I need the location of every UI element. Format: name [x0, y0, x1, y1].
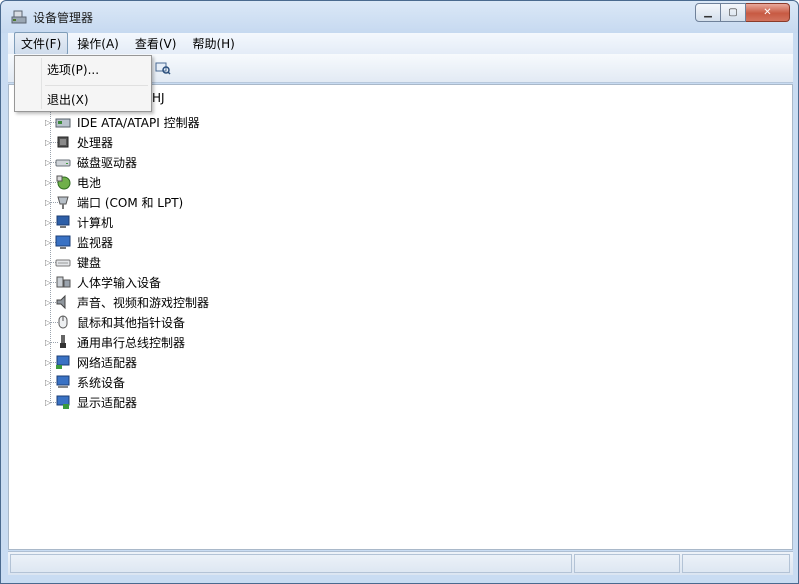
tree-node[interactable]: ▷ 端口 (COM 和 LPT)	[9, 192, 409, 212]
tree-node-label: 计算机	[77, 215, 114, 230]
network-adapter-icon	[55, 354, 71, 370]
processor-icon	[55, 134, 71, 150]
tree-node[interactable]: ▷ 系统设备	[9, 372, 409, 392]
disk-drive-icon	[55, 154, 71, 170]
mouse-icon	[55, 314, 71, 330]
tree-node-label: 电池	[77, 175, 102, 190]
tree-node-label: 显示适配器	[77, 395, 138, 410]
status-bar	[8, 551, 793, 575]
status-segment-2	[574, 554, 680, 573]
minimize-icon: ▁	[704, 7, 712, 18]
tree-node-label: 人体学输入设备	[77, 275, 162, 290]
computer-icon	[55, 214, 71, 230]
menu-file[interactable]: 文件(F)	[14, 32, 69, 55]
usb-icon	[55, 334, 71, 350]
tree-node[interactable]: ▷ 键盘	[9, 252, 409, 272]
maximize-icon: ▢	[728, 7, 738, 18]
tree-node[interactable]: ▷ 监视器	[9, 232, 409, 252]
tree-node-label: IDE ATA/ATAPI 控制器	[77, 115, 200, 130]
tree-node[interactable]: ▷ 人体学输入设备	[9, 272, 409, 292]
tree-node[interactable]: ▷ 显示适配器	[9, 392, 409, 412]
system-device-icon	[55, 374, 71, 390]
tree-node[interactable]: ▷ 网络适配器	[9, 352, 409, 372]
caption-buttons: ▁ ▢ ✕	[695, 3, 790, 23]
display-adapter-icon	[55, 394, 71, 410]
minimize-button[interactable]: ▁	[695, 3, 721, 22]
tree-node[interactable]: ▷ 磁盘驱动器	[9, 152, 409, 172]
tree-node-label: 通用串行总线控制器	[77, 335, 186, 350]
menu-separator	[45, 85, 148, 86]
tree-root-label[interactable]: HJ	[152, 91, 165, 105]
tree-node-label: 声音、视频和游戏控制器	[77, 295, 210, 310]
tree-node-label: 键盘	[77, 255, 102, 270]
tree-node-label: 处理器	[77, 135, 114, 150]
status-segment-main	[10, 554, 572, 573]
tree-node[interactable]: ▷ IDE ATA/ATAPI 控制器	[9, 112, 409, 132]
tree-node[interactable]: ▷ 计算机	[9, 212, 409, 232]
port-icon	[55, 194, 71, 210]
menu-help[interactable]: 帮助(H)	[185, 32, 241, 55]
window-title: 设备管理器	[33, 11, 94, 25]
sound-icon	[55, 294, 71, 310]
menu-item-options[interactable]: 选项(P)...	[17, 58, 149, 80]
file-menu-dropdown: 选项(P)... 退出(X)	[14, 55, 152, 112]
menu-item-exit[interactable]: 退出(X)	[17, 88, 149, 110]
close-button[interactable]: ✕	[746, 3, 790, 22]
menu-action[interactable]: 操作(A)	[70, 32, 126, 55]
tree-node-label: 网络适配器	[77, 355, 138, 370]
title-bar[interactable]: 设备管理器 ▁ ▢ ✕	[1, 1, 798, 33]
keyboard-icon	[55, 254, 71, 270]
tree-node[interactable]: ▷ 声音、视频和游戏控制器	[9, 292, 409, 312]
menu-bar: 文件(F) 操作(A) 查看(V) 帮助(H)	[8, 32, 793, 55]
status-segment-3	[682, 554, 790, 573]
tree-node-label: 鼠标和其他指针设备	[77, 315, 186, 330]
tree-node-label: 监视器	[77, 235, 114, 250]
tree-node[interactable]: ▷ 电池	[9, 172, 409, 192]
ide-controller-icon	[55, 114, 71, 130]
maximize-button[interactable]: ▢	[721, 3, 746, 22]
tree-node[interactable]: ▷ 处理器	[9, 132, 409, 152]
device-tree-pane: HJ ▷ IDE ATA/ATAPI 控制器 ▷ 处理器 ▷ 磁盘驱动器 ▷ 电池 ▷ 端口 (C…	[8, 84, 793, 550]
device-manager-app-icon[interactable]	[10, 8, 28, 26]
tree-node[interactable]: ▷ 鼠标和其他指针设备	[9, 312, 409, 332]
menu-item-options-label: 选项(P)...	[47, 62, 100, 77]
tree-node-label: 系统设备	[77, 375, 126, 390]
scan-hardware-icon[interactable]	[155, 60, 171, 76]
close-icon: ✕	[763, 7, 772, 18]
tree-node-label: 端口 (COM 和 LPT)	[77, 195, 184, 210]
menu-item-exit-label: 退出(X)	[47, 92, 89, 107]
tree-node-label: 磁盘驱动器	[77, 155, 138, 170]
monitor-icon	[55, 234, 71, 250]
tree-node[interactable]: ▷ 通用串行总线控制器	[9, 332, 409, 352]
hid-icon	[55, 274, 71, 290]
menu-view[interactable]: 查看(V)	[128, 32, 184, 55]
battery-icon	[55, 174, 71, 190]
